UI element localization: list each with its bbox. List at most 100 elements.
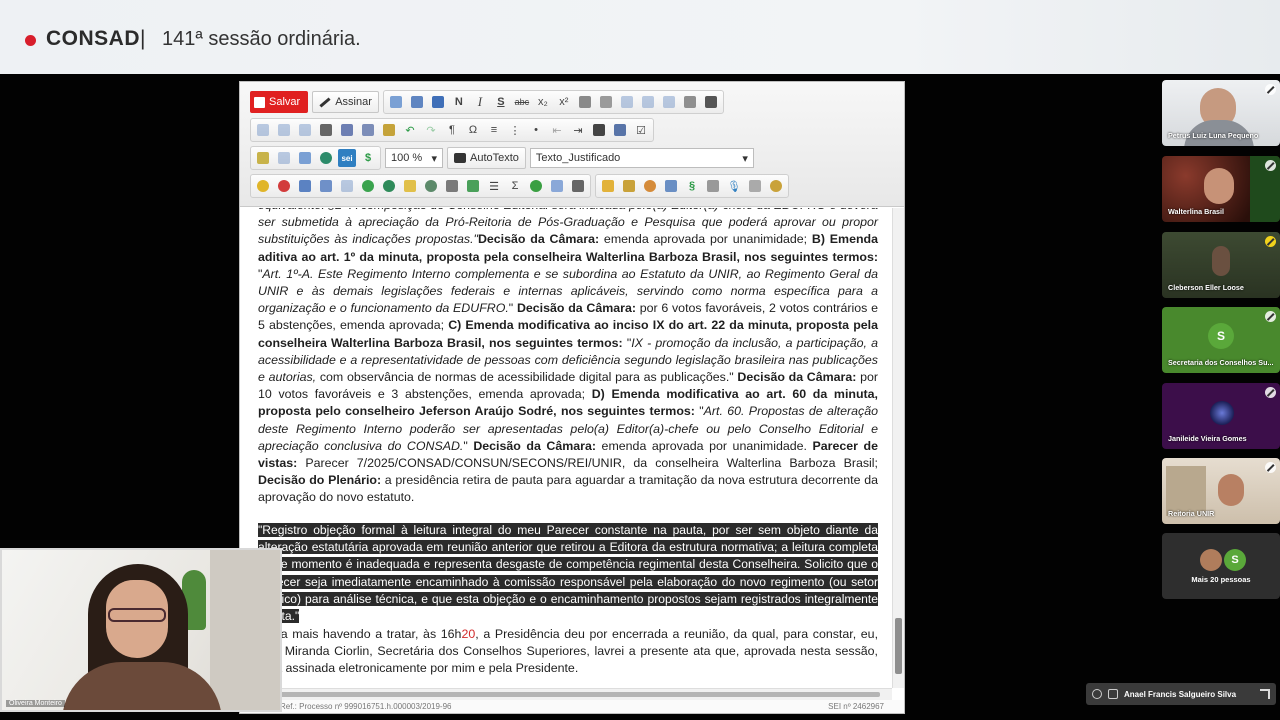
sei-icon[interactable]: sei — [338, 149, 356, 167]
redo-icon[interactable]: ↷ — [422, 121, 440, 139]
sign-button[interactable]: Assinar — [312, 91, 379, 113]
plain-text: " — [463, 438, 474, 453]
camera-off-icon[interactable] — [1108, 689, 1118, 699]
doc-template-icon[interactable] — [296, 177, 314, 195]
paragraph-style-select[interactable]: Texto_Justificado ▾ — [529, 148, 754, 168]
more-participants-tile[interactable]: S Mais 20 pessoas — [1162, 533, 1280, 599]
import-icon[interactable] — [464, 177, 482, 195]
expand-icon[interactable] — [1260, 689, 1270, 699]
autotexto-label: AutoTexto — [470, 152, 519, 164]
lock-folder-icon[interactable] — [599, 177, 617, 195]
plain-text: emenda aprovada por unanimidade. — [596, 438, 813, 453]
spellcheck-icon[interactable] — [380, 121, 398, 139]
microphone-icon[interactable]: 🎙 — [725, 177, 743, 195]
bold-icon[interactable]: N — [450, 93, 468, 111]
list-tool-icon[interactable]: ☰ — [485, 177, 503, 195]
autotexto-button[interactable]: AutoTexto — [447, 147, 526, 169]
text-color-icon[interactable] — [681, 93, 699, 111]
refresh-icon[interactable] — [359, 177, 377, 195]
blank-page-icon[interactable] — [338, 177, 356, 195]
sum-icon[interactable]: Σ — [506, 177, 524, 195]
image-icon[interactable] — [590, 121, 608, 139]
minutes-paragraph: equivalente. §2º A composição do Conselh… — [258, 208, 878, 507]
table-props-icon[interactable] — [275, 121, 293, 139]
swap-icon[interactable] — [380, 177, 398, 195]
replace-icon[interactable] — [408, 93, 426, 111]
speech-bubble-icon — [454, 153, 466, 163]
underline-icon[interactable]: S — [492, 93, 510, 111]
print-icon[interactable] — [569, 177, 587, 195]
format-group: N I S abc x₂ x² — [382, 90, 724, 114]
settings-icon[interactable] — [767, 177, 785, 195]
special-char-icon[interactable]: Ω — [464, 121, 482, 139]
grid-icon[interactable] — [443, 177, 461, 195]
search-doc-icon[interactable] — [662, 177, 680, 195]
table-insert-icon[interactable] — [254, 121, 272, 139]
keyboard-icon[interactable] — [704, 177, 722, 195]
indent-icon[interactable]: ⇥ — [569, 121, 587, 139]
format-painter-icon[interactable] — [317, 121, 335, 139]
copy-icon[interactable] — [639, 93, 657, 111]
anchor-icon[interactable] — [275, 149, 293, 167]
participant-tile[interactable]: Janileide Vieira Gomes — [1162, 383, 1280, 449]
italic-icon[interactable]: I — [471, 93, 489, 111]
participant-tile[interactable]: Petrus Luiz Luna Pequeno — [1162, 80, 1280, 146]
document-footer: Ref.: Processo nº 999016751.h.000003/201… — [240, 700, 904, 713]
eraser-icon[interactable] — [429, 93, 447, 111]
lightbulb-icon[interactable] — [254, 177, 272, 195]
code-icon[interactable] — [275, 177, 293, 195]
ruler-icon[interactable] — [746, 177, 764, 195]
subscript-icon[interactable]: x₂ — [534, 93, 552, 111]
edit-doc-icon[interactable] — [548, 177, 566, 195]
mic-muted-icon — [1265, 311, 1276, 322]
participant-tile[interactable]: Cleberson Eller Loose — [1162, 232, 1280, 298]
find-icon[interactable] — [387, 93, 405, 111]
justify-icon[interactable]: ≡ — [485, 121, 503, 139]
participant-name: Secretaria dos Conselhos Su... — [1168, 358, 1274, 367]
globe-icon[interactable] — [527, 177, 545, 195]
scroll-thumb[interactable] — [250, 692, 880, 697]
document-link-icon[interactable] — [296, 149, 314, 167]
paste-word-icon[interactable] — [338, 121, 356, 139]
checkbox-icon[interactable]: ☑ — [632, 121, 650, 139]
save-template-icon[interactable] — [317, 177, 335, 195]
table-icon[interactable] — [611, 121, 629, 139]
comment-icon[interactable] — [422, 177, 440, 195]
link-icon[interactable] — [254, 149, 272, 167]
zoom-select[interactable]: 100 % ▾ — [385, 148, 443, 168]
users-icon[interactable] — [641, 177, 659, 195]
dollar-icon[interactable]: $ — [359, 149, 377, 167]
numbered-list-icon[interactable]: ⋮ — [506, 121, 524, 139]
web-icon[interactable] — [317, 149, 335, 167]
mic-muted-icon[interactable] — [1092, 689, 1102, 699]
paste-icon[interactable] — [660, 93, 678, 111]
font-size-down-icon[interactable] — [597, 93, 615, 111]
bulleted-list-icon[interactable]: • — [527, 121, 545, 139]
selected-text[interactable]: "Registro objeção formal à leitura integ… — [258, 523, 878, 624]
time-minutes: 20 — [461, 627, 476, 641]
participant-tile[interactable]: S Secretaria dos Conselhos Su... — [1162, 307, 1280, 373]
strikethrough-icon[interactable]: abc — [513, 93, 531, 111]
horizontal-scrollbar[interactable] — [240, 688, 892, 700]
font-size-up-icon[interactable] — [576, 93, 594, 111]
floppy-icon — [254, 96, 265, 108]
cut-icon[interactable] — [618, 93, 636, 111]
superscript-icon[interactable]: x² — [555, 93, 573, 111]
vertical-scrollbar[interactable] — [892, 208, 904, 688]
scroll-thumb[interactable] — [895, 618, 902, 674]
participant-tile[interactable]: Walterlina Brasil — [1162, 156, 1280, 222]
paste-text-icon[interactable] — [359, 121, 377, 139]
note-icon[interactable] — [401, 177, 419, 195]
outdent-icon[interactable]: ⇤ — [548, 121, 566, 139]
presenter-video[interactable]: Oliveira Monteiro — [0, 548, 282, 712]
table-cells-icon[interactable] — [296, 121, 314, 139]
lock-icon[interactable] — [620, 177, 638, 195]
paragraph-icon[interactable]: ¶ — [443, 121, 461, 139]
undo-icon[interactable]: ↶ — [401, 121, 419, 139]
background-color-icon[interactable] — [702, 93, 720, 111]
save-button[interactable]: Salvar — [250, 91, 309, 113]
live-dot-icon — [25, 35, 36, 46]
section-icon[interactable]: § — [683, 177, 701, 195]
document-body[interactable]: equivalente. §2º A composição do Conselh… — [240, 208, 892, 688]
participant-tile[interactable]: Reitoria UNIR — [1162, 458, 1280, 524]
